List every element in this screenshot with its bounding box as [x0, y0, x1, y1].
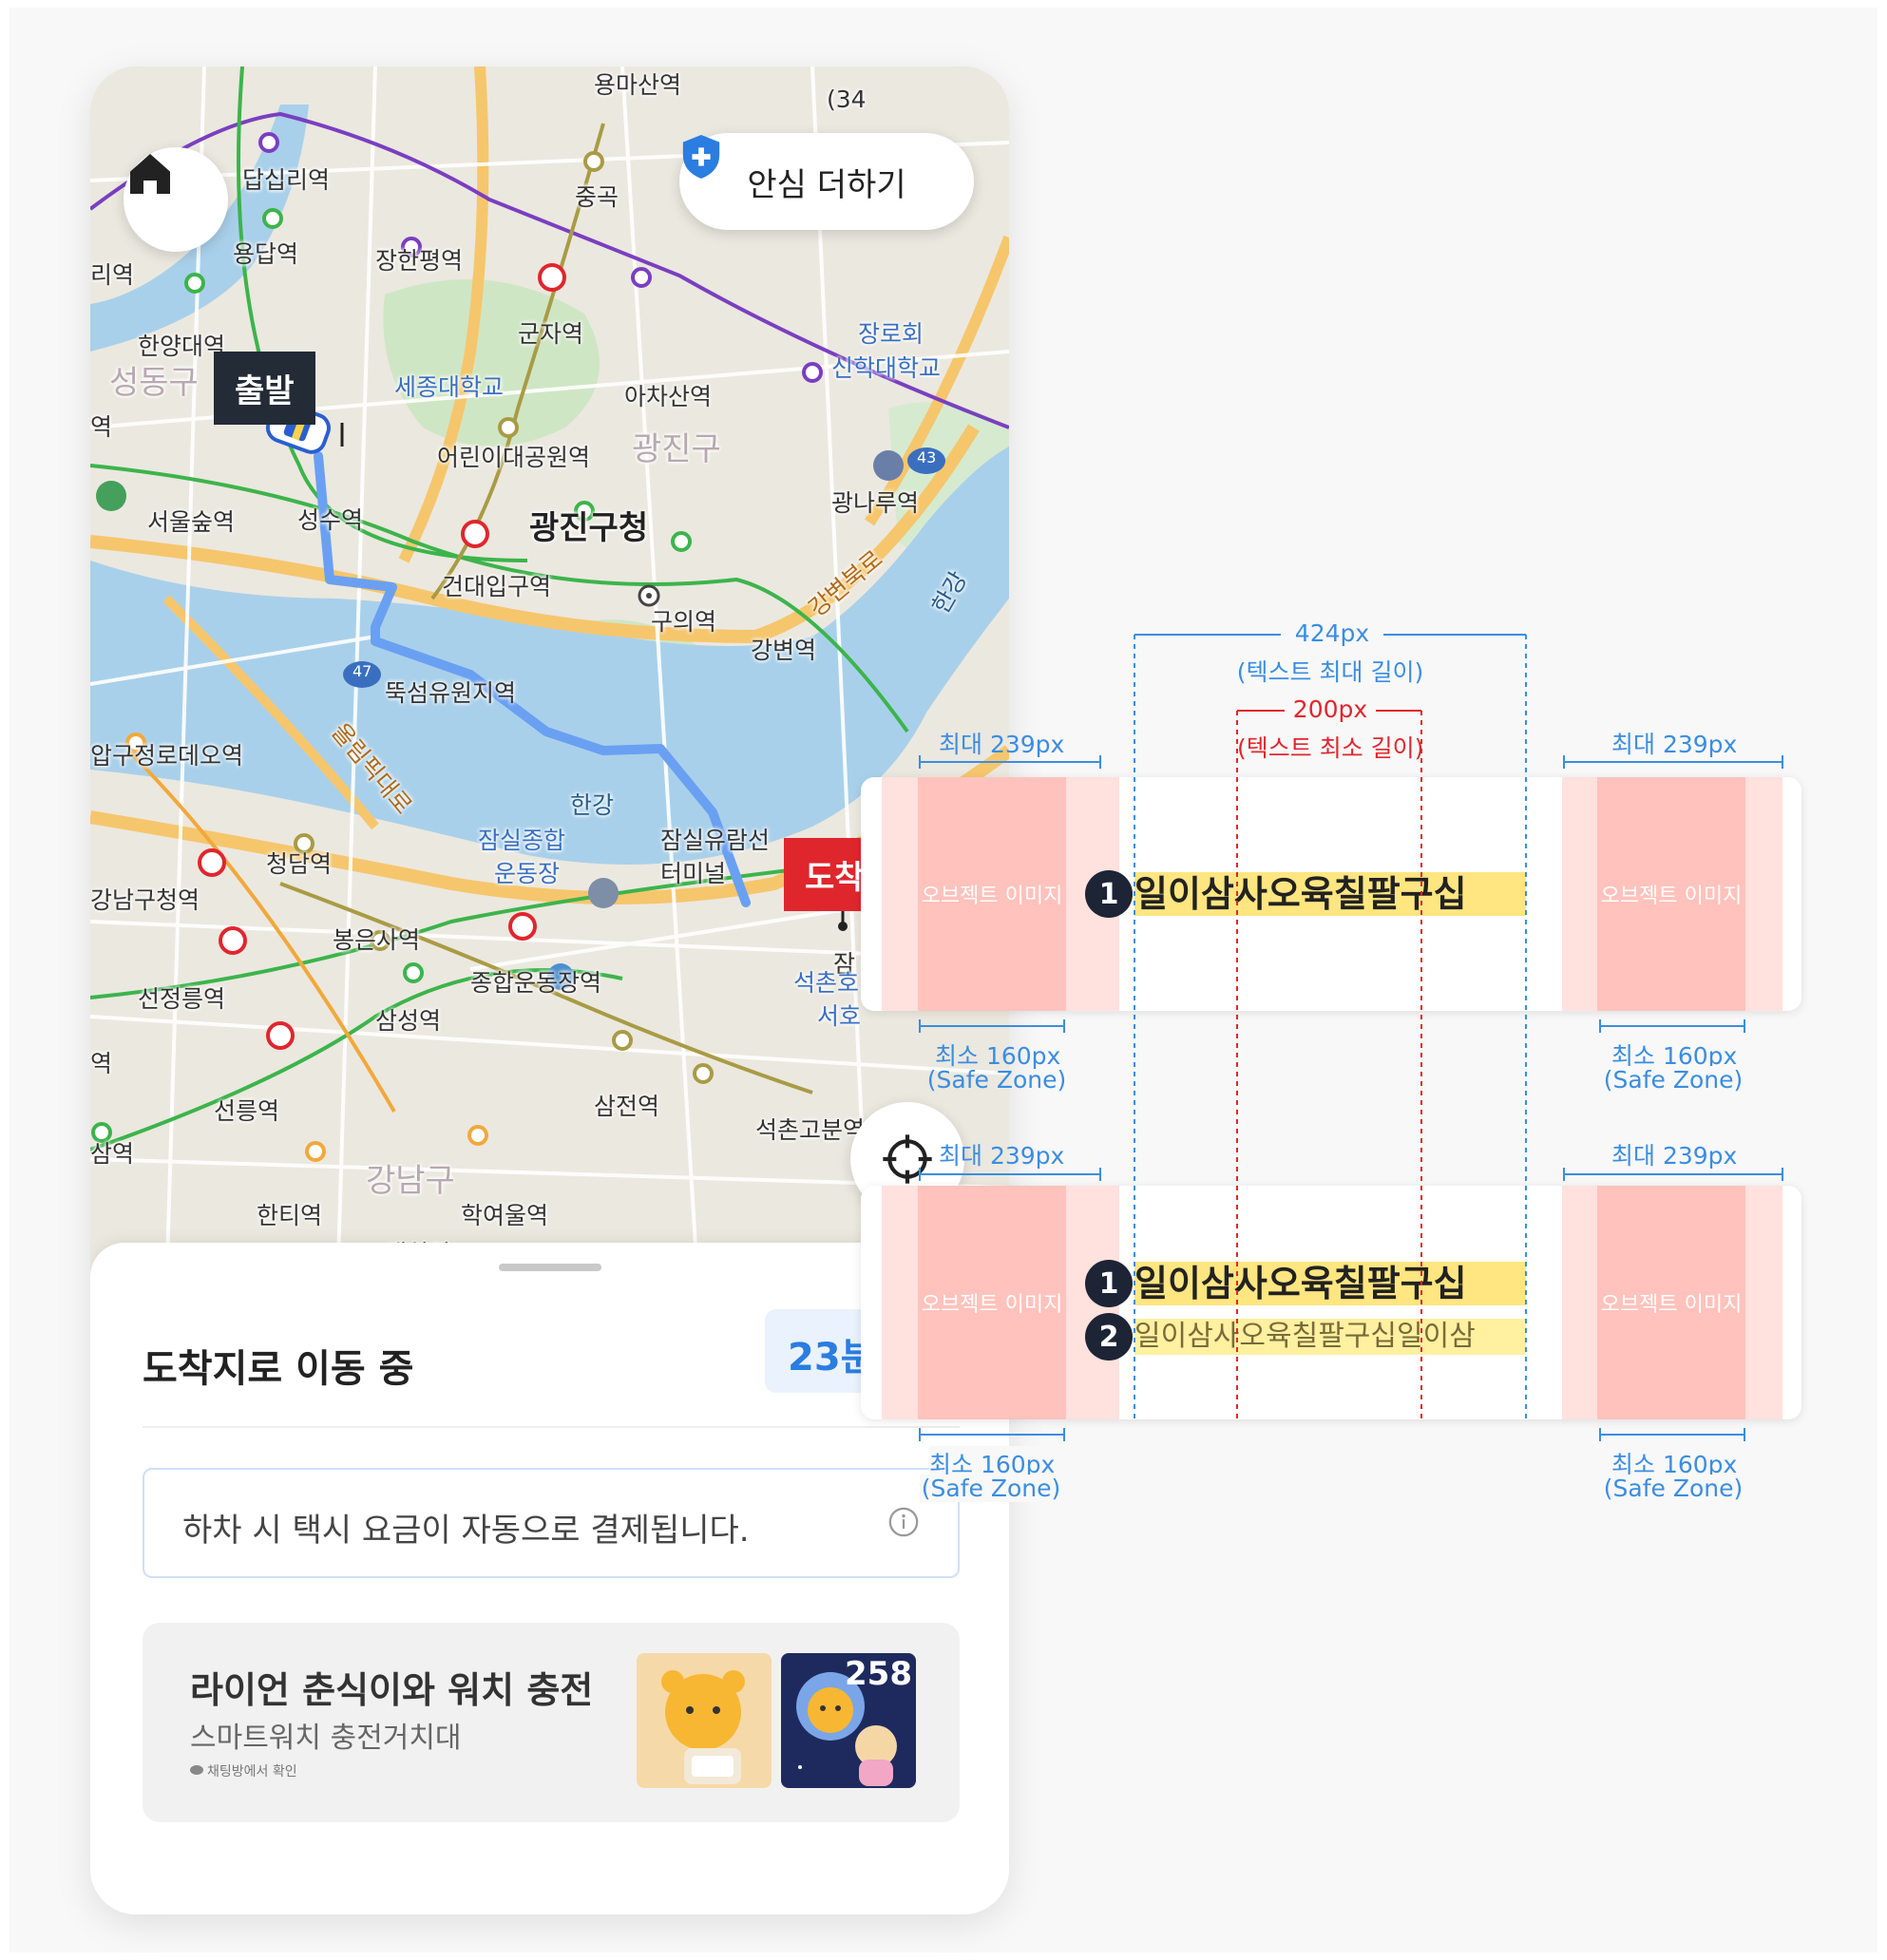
dim-left-safe-2: (Safe Zone) [920, 1475, 1062, 1502]
dim-min-text-desc: (텍스트 최소 길이) [1237, 734, 1424, 762]
dim-right-safe-2: (Safe Zone) [1602, 1475, 1744, 1502]
dim-max-text-width: 424px [1281, 619, 1383, 647]
dim-min-text-width: 200px [1285, 695, 1376, 723]
dim-left-max-1: 최대 239px [939, 731, 1065, 758]
dim-left-safe-1: (Safe Zone) [926, 1066, 1067, 1094]
dim-left-max-2: 최대 239px [939, 1142, 1065, 1170]
dim-right-safe-1: (Safe Zone) [1602, 1066, 1744, 1094]
dim-right-max-2: 최대 239px [1611, 1137, 1737, 1171]
spec-guides [919, 634, 1783, 1441]
dim-max-text-desc: (텍스트 최대 길이) [1226, 654, 1435, 688]
dim-right-max-1: 최대 239px [1611, 726, 1737, 760]
